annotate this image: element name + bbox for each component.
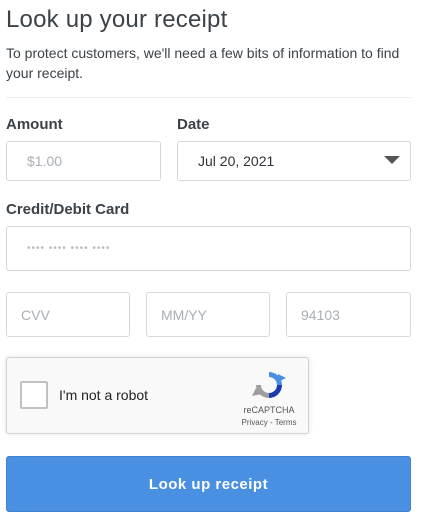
page-title: Look up your receipt bbox=[6, 6, 228, 33]
recaptcha-checkbox[interactable] bbox=[20, 381, 48, 409]
amount-label: Amount bbox=[6, 116, 63, 133]
expiry-placeholder: MM/YY bbox=[161, 306, 207, 323]
amount-placeholder: $1.00 bbox=[27, 153, 63, 169]
zip-placeholder: 94103 bbox=[301, 306, 340, 323]
lookup-receipt-button[interactable]: Look up receipt bbox=[6, 456, 411, 512]
chevron-down-icon bbox=[384, 156, 400, 164]
card-label: Credit/Debit Card bbox=[6, 201, 130, 218]
cvv-input[interactable]: CVV bbox=[6, 292, 130, 337]
recaptcha-links[interactable]: Privacy - Terms bbox=[233, 418, 305, 427]
date-value: Jul 20, 2021 bbox=[198, 153, 275, 169]
recaptcha-icon bbox=[252, 372, 286, 398]
zip-input[interactable]: 94103 bbox=[286, 292, 411, 337]
card-placeholder: •••• •••• •••• •••• bbox=[27, 243, 111, 254]
card-number-input[interactable]: •••• •••• •••• •••• bbox=[6, 226, 411, 271]
recaptcha-checkbox-label: I'm not a robot bbox=[59, 387, 149, 403]
expiry-input[interactable]: MM/YY bbox=[146, 292, 270, 337]
cvv-placeholder: CVV bbox=[21, 306, 50, 323]
divider bbox=[6, 97, 412, 98]
date-label: Date bbox=[177, 116, 210, 133]
date-select[interactable]: Jul 20, 2021 bbox=[177, 141, 411, 181]
recaptcha-brand: reCAPTCHA bbox=[243, 405, 295, 415]
recaptcha-widget: I'm not a robot reCAPTCHA Privacy - Term… bbox=[6, 357, 309, 434]
amount-input[interactable]: $1.00 bbox=[6, 141, 161, 181]
intro-text: To protect customers, we'll need a few b… bbox=[6, 45, 400, 81]
